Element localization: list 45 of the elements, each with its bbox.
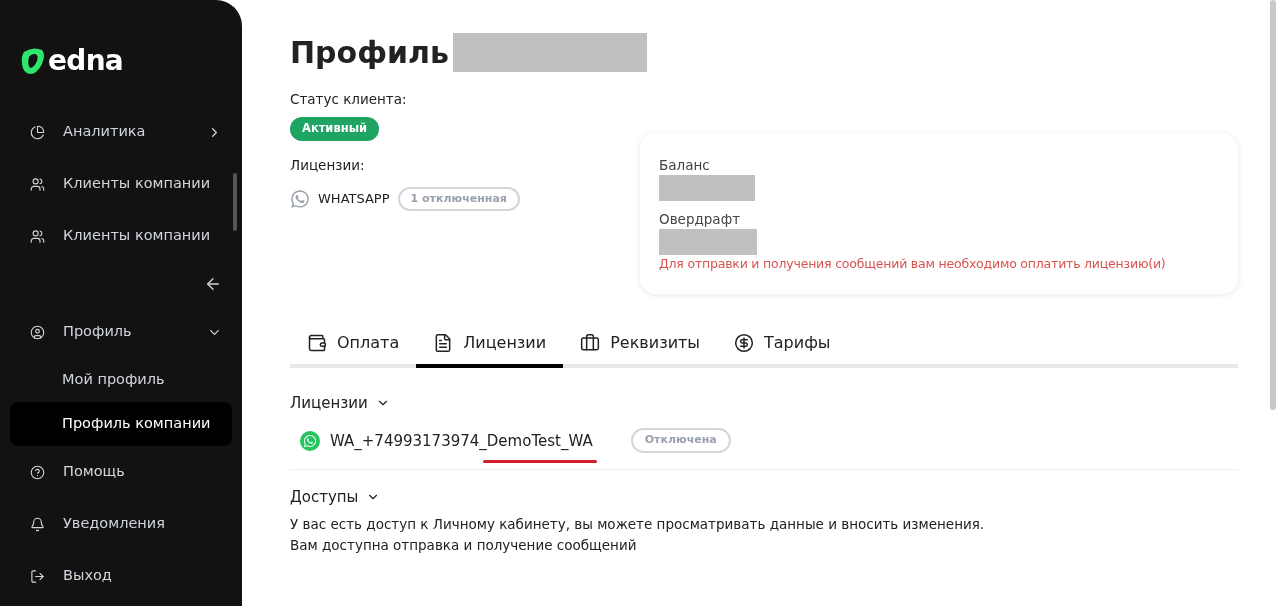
collapse-button[interactable] bbox=[204, 275, 222, 293]
status-badge: Активный bbox=[290, 117, 380, 141]
sidebar-subitem[interactable]: Мой профиль bbox=[10, 358, 232, 402]
tab[interactable]: Реквизиты bbox=[563, 321, 717, 368]
dollar-icon bbox=[734, 332, 754, 353]
scrollbar-thumb[interactable] bbox=[1270, 0, 1276, 410]
access-text: У вас есть доступ к Личному кабинету, вы можете просматривать данные и вносить изменения. bbox=[290, 515, 986, 535]
people-icon bbox=[30, 228, 45, 244]
access-text: Вам доступна отправка и получение сообщений bbox=[290, 535, 638, 555]
briefcase-icon bbox=[580, 332, 601, 353]
sidebar-item[interactable]: Аналитика bbox=[0, 106, 242, 158]
people-icon bbox=[30, 176, 45, 192]
logo-text: edna bbox=[48, 47, 124, 75]
licenses-label: Лицензии: bbox=[290, 155, 366, 175]
sidebar-item[interactable]: Выход bbox=[0, 550, 242, 602]
whatsapp-icon bbox=[290, 189, 310, 209]
sidebar-item[interactable]: Клиенты компании bbox=[0, 210, 242, 262]
logo-icon bbox=[20, 46, 46, 76]
sidebar-item[interactable]: Профиль bbox=[0, 306, 242, 358]
logout-icon bbox=[30, 568, 45, 584]
tab[interactable]: Лицензии bbox=[416, 321, 564, 368]
license-name: WA_+74993173974_DemoTest_WA bbox=[330, 431, 593, 450]
sidebar-subitem[interactable]: Профиль компании bbox=[10, 402, 232, 446]
warning-text: Для отправки и получения сообщений вам необходимо оплатить лицензию(и) bbox=[659, 255, 1167, 273]
license-badge: 1 отключенная bbox=[397, 186, 520, 212]
balance-label: Баланс bbox=[659, 155, 711, 175]
pie-chart-icon bbox=[30, 124, 45, 140]
page-title: Профиль bbox=[290, 34, 449, 72]
whatsapp-icon bbox=[300, 430, 320, 451]
tab[interactable]: Оплата bbox=[290, 321, 417, 368]
section-toggle[interactable]: Лицензии bbox=[290, 391, 390, 415]
section-toggle[interactable]: Доступы bbox=[290, 485, 381, 509]
sidebar-item[interactable]: Помощь bbox=[0, 446, 242, 498]
sidebar-item[interactable]: Клиенты компании bbox=[0, 158, 242, 210]
user-circle-icon bbox=[30, 324, 45, 340]
overdraft-label: Овердрафт bbox=[659, 209, 742, 229]
bell-icon bbox=[30, 516, 45, 532]
license-status: Отключена bbox=[630, 428, 731, 453]
license-channel: WHATSAPP bbox=[318, 190, 390, 209]
sidebar-item[interactable]: Уведомления bbox=[0, 498, 242, 550]
help-icon bbox=[30, 464, 45, 480]
tab[interactable]: Тарифы bbox=[717, 321, 848, 368]
wallet-icon bbox=[307, 332, 327, 353]
status-label: Статус клиента: bbox=[290, 90, 408, 109]
scrollbar-thumb[interactable] bbox=[233, 173, 237, 231]
